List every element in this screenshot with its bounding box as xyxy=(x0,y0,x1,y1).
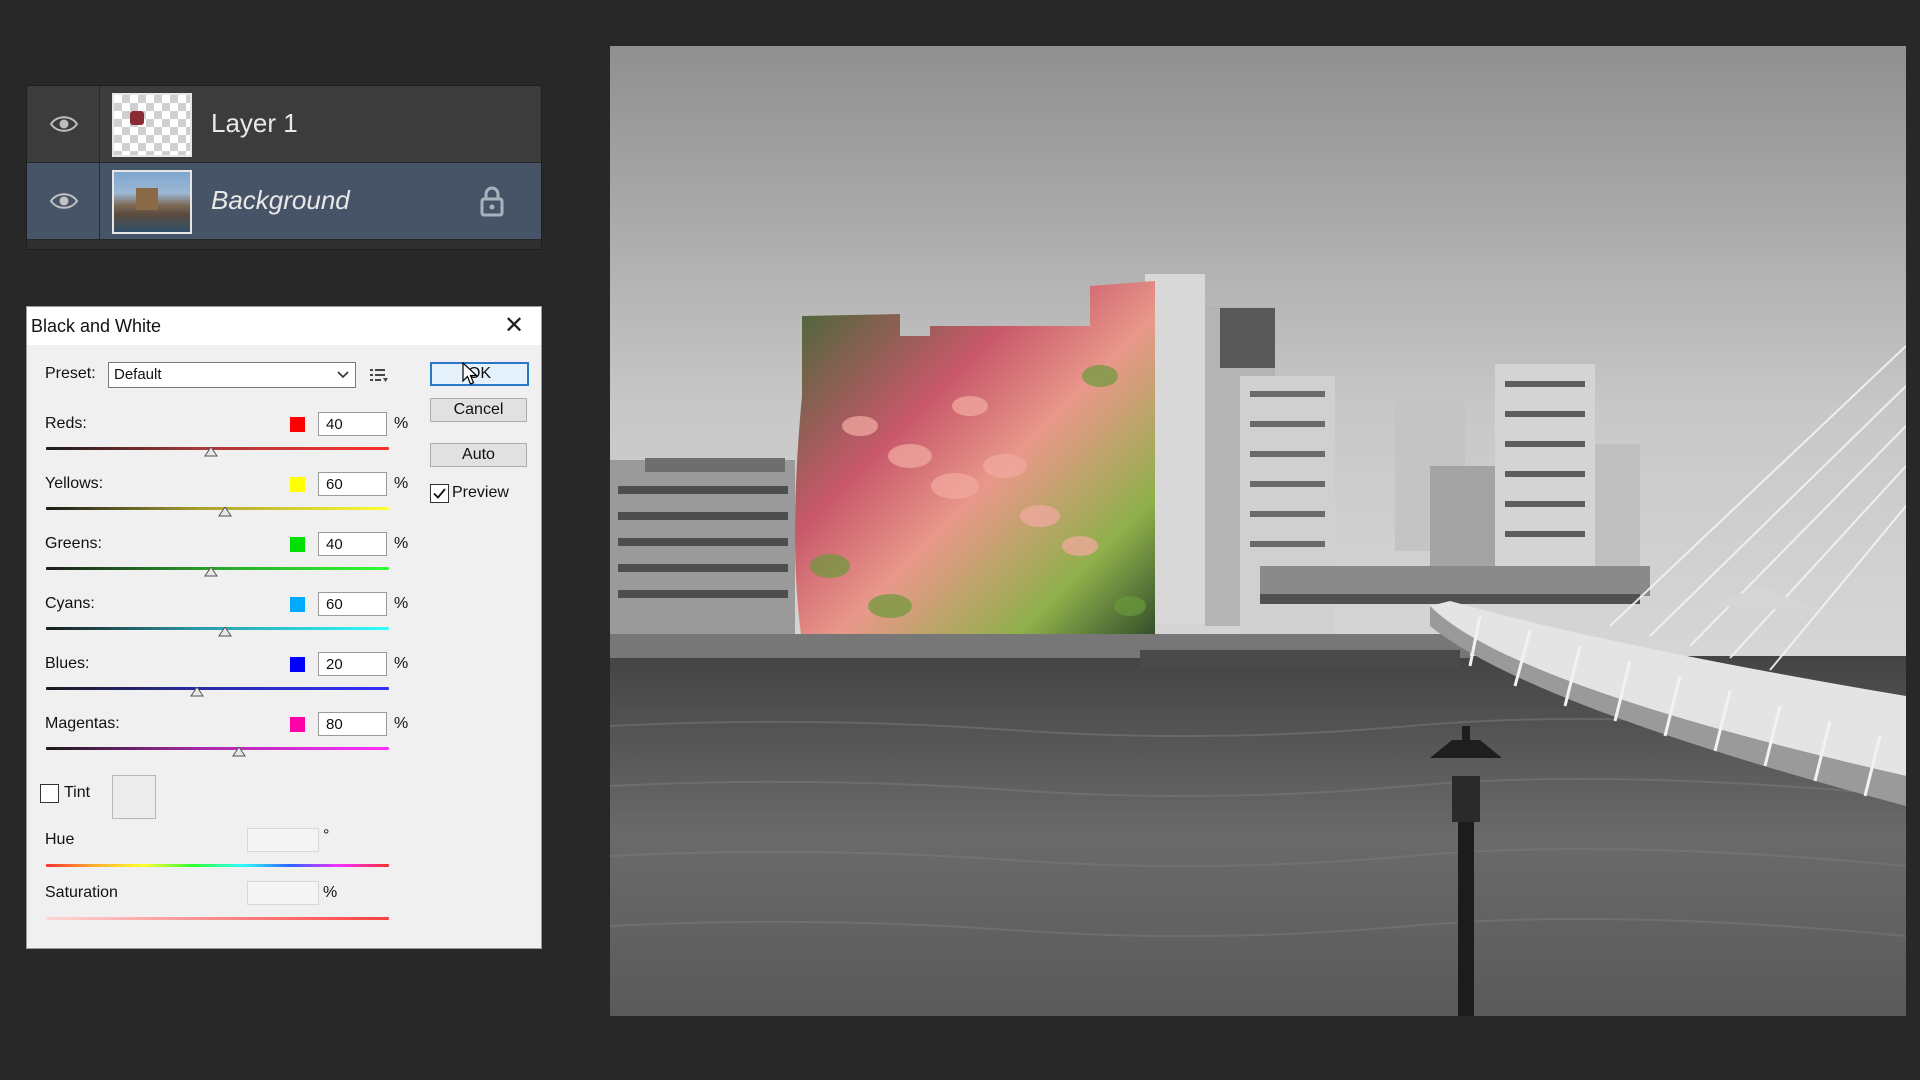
quayside-photo xyxy=(610,46,1906,1016)
hue-value-field[interactable] xyxy=(247,828,319,852)
checkmark-icon xyxy=(433,488,446,499)
preset-options-icon[interactable] xyxy=(369,366,389,384)
preset-label: Preset: xyxy=(45,365,96,382)
preset-value: Default xyxy=(114,366,162,383)
percent-label: % xyxy=(323,884,338,901)
percent-label: % xyxy=(394,655,409,672)
magentas-value: 80 xyxy=(326,716,343,733)
preview-checkbox[interactable] xyxy=(430,484,449,503)
layer-name[interactable]: Layer 1 xyxy=(211,108,298,139)
close-icon[interactable]: ✕ xyxy=(501,313,527,339)
tint-label: Tint xyxy=(64,784,91,801)
visibility-column xyxy=(27,163,100,239)
black-and-white-dialog: Black and White ✕ Preset: Default OK Can… xyxy=(26,306,542,949)
cancel-button[interactable]: Cancel xyxy=(430,398,527,422)
percent-label: % xyxy=(394,475,409,492)
reds-value-field[interactable]: 40 xyxy=(318,412,387,436)
blues-value-field[interactable]: 20 xyxy=(318,652,387,676)
cyans-swatch xyxy=(290,597,305,612)
tint-color-swatch[interactable] xyxy=(112,775,156,819)
preview-label: Preview xyxy=(452,484,509,501)
visibility-column xyxy=(27,86,100,162)
percent-label: % xyxy=(394,715,409,732)
blues-label: Blues: xyxy=(45,655,90,672)
layers-panel: Layer 1 Background xyxy=(26,85,542,250)
cyans-slider-handle[interactable] xyxy=(218,627,232,637)
greens-value: 40 xyxy=(326,536,343,553)
magentas-swatch xyxy=(290,717,305,732)
eye-icon[interactable] xyxy=(49,189,79,213)
blues-value: 20 xyxy=(326,656,343,673)
hue-label: Hue xyxy=(45,831,75,848)
hue-slider[interactable] xyxy=(46,864,389,867)
percent-label: % xyxy=(394,535,409,552)
degree-label: ° xyxy=(323,827,330,844)
dialog-title: Black and White xyxy=(31,316,162,336)
mouse-cursor-icon xyxy=(462,362,479,385)
preset-select[interactable]: Default xyxy=(108,362,356,388)
yellows-value-field[interactable]: 60 xyxy=(318,472,387,496)
blues-slider[interactable] xyxy=(46,687,389,690)
cyans-value: 60 xyxy=(326,596,343,613)
layer-row-background[interactable]: Background xyxy=(27,163,541,240)
saturation-label: Saturation xyxy=(45,884,118,901)
percent-label: % xyxy=(394,595,409,612)
greens-value-field[interactable]: 40 xyxy=(318,532,387,556)
eye-icon[interactable] xyxy=(49,112,79,136)
canvas-image[interactable] xyxy=(610,46,1906,1016)
magentas-slider[interactable] xyxy=(46,747,389,750)
yellows-value: 60 xyxy=(326,476,343,493)
percent-label: % xyxy=(394,415,409,432)
yellows-slider-handle[interactable] xyxy=(218,507,232,517)
lock-icon[interactable] xyxy=(479,185,505,217)
auto-button[interactable]: Auto xyxy=(430,443,527,467)
greens-swatch xyxy=(290,537,305,552)
greens-label: Greens: xyxy=(45,535,102,552)
saturation-value-field[interactable] xyxy=(247,881,319,905)
layer-thumbnail xyxy=(112,170,192,234)
magentas-slider-handle[interactable] xyxy=(232,747,246,757)
dialog-titlebar[interactable]: Black and White ✕ xyxy=(27,307,541,345)
blues-swatch xyxy=(290,657,305,672)
layer-thumbnail xyxy=(112,93,192,157)
reds-slider-handle[interactable] xyxy=(204,447,218,457)
reds-value: 40 xyxy=(326,416,343,433)
cyans-label: Cyans: xyxy=(45,595,95,612)
magentas-label: Magentas: xyxy=(45,715,120,732)
reds-swatch xyxy=(290,417,305,432)
layer-name[interactable]: Background xyxy=(211,185,350,216)
layer-row-layer-1[interactable]: Layer 1 xyxy=(27,86,541,163)
blues-slider-handle[interactable] xyxy=(190,687,204,697)
greens-slider-handle[interactable] xyxy=(204,567,218,577)
chevron-down-icon xyxy=(337,371,349,379)
yellows-label: Yellows: xyxy=(45,475,104,492)
yellows-swatch xyxy=(290,477,305,492)
tint-checkbox[interactable] xyxy=(40,784,59,803)
reds-label: Reds: xyxy=(45,415,87,432)
magentas-value-field[interactable]: 80 xyxy=(318,712,387,736)
cyans-value-field[interactable]: 60 xyxy=(318,592,387,616)
saturation-slider[interactable] xyxy=(46,917,389,920)
